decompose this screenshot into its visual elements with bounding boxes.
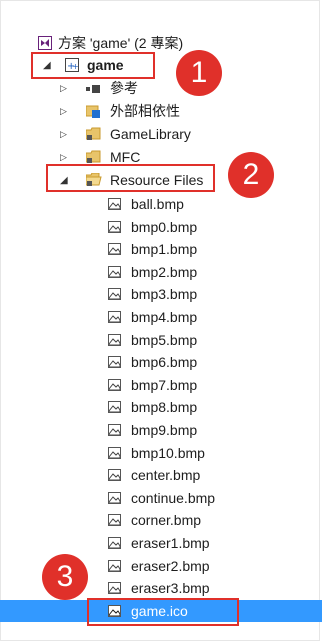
callout-box-2 bbox=[46, 164, 215, 192]
image-file-icon bbox=[108, 334, 121, 346]
image-file-icon bbox=[108, 537, 121, 549]
resource-file-item[interactable]: ball.bmp bbox=[0, 193, 322, 215]
solution-icon bbox=[38, 36, 52, 50]
resource-file-item[interactable]: bmp10.bmp bbox=[0, 442, 322, 464]
collapse-arrow-icon[interactable]: ▷ bbox=[60, 129, 67, 140]
resource-file-label: eraser1.bmp bbox=[131, 535, 210, 551]
tree-item-label: 參考 bbox=[110, 80, 138, 96]
callout-box-1 bbox=[31, 52, 155, 79]
tree-item-gamelibrary[interactable]: ▷ GameLibrary bbox=[0, 123, 322, 145]
resource-file-label: bmp6.bmp bbox=[131, 354, 198, 370]
external-deps-icon bbox=[85, 104, 101, 118]
image-file-icon bbox=[108, 492, 121, 504]
resource-file-item[interactable]: bmp2.bmp bbox=[0, 261, 322, 283]
resource-file-item[interactable]: bmp8.bmp bbox=[0, 396, 322, 418]
resource-file-label: bmp10.bmp bbox=[131, 445, 205, 461]
resource-file-label: bmp0.bmp bbox=[131, 219, 198, 235]
image-file-icon bbox=[108, 311, 121, 323]
collapse-arrow-icon[interactable]: ▷ bbox=[60, 152, 67, 163]
image-file-icon bbox=[108, 379, 121, 391]
tree-item-label: GameLibrary bbox=[110, 126, 191, 142]
callout-badge-2: 2 bbox=[228, 152, 274, 198]
image-file-icon bbox=[108, 266, 121, 278]
resource-file-label: bmp3.bmp bbox=[131, 286, 198, 302]
resource-file-item[interactable]: bmp3.bmp bbox=[0, 283, 322, 305]
resource-file-label: eraser2.bmp bbox=[131, 558, 210, 574]
image-file-icon bbox=[108, 469, 121, 481]
resource-file-item[interactable]: bmp6.bmp bbox=[0, 351, 322, 373]
resource-file-item[interactable]: corner.bmp bbox=[0, 509, 322, 531]
image-file-icon bbox=[108, 401, 121, 413]
collapse-arrow-icon[interactable]: ▷ bbox=[60, 83, 67, 94]
image-file-icon bbox=[108, 356, 121, 368]
resource-file-label: bmp4.bmp bbox=[131, 309, 198, 325]
solution-node[interactable]: 方案 'game' (2 專案) bbox=[0, 32, 322, 54]
image-file-icon bbox=[108, 198, 121, 210]
image-file-icon bbox=[108, 221, 121, 233]
image-file-icon bbox=[108, 514, 121, 526]
tree-item-label: 外部相依性 bbox=[110, 103, 180, 119]
resource-file-item[interactable]: bmp5.bmp bbox=[0, 329, 322, 351]
resource-file-item[interactable]: bmp1.bmp bbox=[0, 238, 322, 260]
folder-icon bbox=[85, 127, 101, 141]
resource-file-label: bmp7.bmp bbox=[131, 377, 198, 393]
image-file-icon bbox=[108, 243, 121, 255]
resource-file-item[interactable]: bmp7.bmp bbox=[0, 374, 322, 396]
resource-file-label: bmp5.bmp bbox=[131, 332, 198, 348]
resource-file-label: continue.bmp bbox=[131, 490, 216, 506]
callout-badge-1: 1 bbox=[176, 50, 222, 96]
resource-file-label: bmp2.bmp bbox=[131, 264, 198, 280]
solution-label: 方案 'game' (2 專案) bbox=[58, 35, 184, 51]
folder-icon bbox=[85, 150, 101, 164]
image-file-icon bbox=[108, 447, 121, 459]
resource-file-item[interactable]: center.bmp bbox=[0, 464, 322, 486]
image-file-icon bbox=[108, 560, 121, 572]
callout-badge-3: 3 bbox=[42, 554, 88, 600]
tree-item-references[interactable]: ▷ 參考 bbox=[0, 77, 322, 99]
callout-box-3 bbox=[87, 598, 239, 626]
resource-file-label: bmp1.bmp bbox=[131, 241, 198, 257]
resource-file-item[interactable]: continue.bmp bbox=[0, 487, 322, 509]
resource-file-label: eraser3.bmp bbox=[131, 580, 210, 596]
resource-file-item[interactable]: bmp4.bmp bbox=[0, 306, 322, 328]
resource-file-item[interactable]: eraser1.bmp bbox=[0, 532, 322, 554]
collapse-arrow-icon[interactable]: ▷ bbox=[60, 106, 67, 117]
image-file-icon bbox=[108, 424, 121, 436]
resource-file-label: center.bmp bbox=[131, 467, 201, 483]
resource-file-item[interactable]: bmp0.bmp bbox=[0, 216, 322, 238]
resource-file-label: bmp8.bmp bbox=[131, 399, 198, 415]
resource-file-label: bmp9.bmp bbox=[131, 422, 198, 438]
references-icon bbox=[86, 82, 101, 96]
tree-item-external-deps[interactable]: ▷ 外部相依性 bbox=[0, 100, 322, 122]
image-file-icon bbox=[108, 288, 121, 300]
resource-file-label: corner.bmp bbox=[131, 512, 202, 528]
resource-file-item[interactable]: bmp9.bmp bbox=[0, 419, 322, 441]
resource-file-label: ball.bmp bbox=[131, 196, 184, 212]
image-file-icon bbox=[108, 582, 121, 594]
